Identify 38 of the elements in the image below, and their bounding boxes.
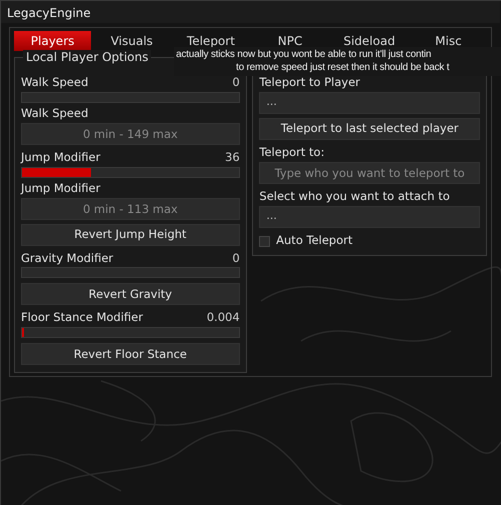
dropdown[interactable]: ... bbox=[259, 206, 480, 228]
input-field[interactable]: 0 min - 113 max bbox=[21, 198, 240, 220]
tab[interactable]: Visuals bbox=[93, 31, 170, 51]
slider-track[interactable] bbox=[21, 92, 240, 103]
field-label: Walk Speed bbox=[21, 106, 90, 121]
tab[interactable]: Misc bbox=[410, 31, 488, 51]
tooltip-text: actually sticks now but you wont be able to run it'll just contin bbox=[176, 48, 432, 61]
tab[interactable]: Players bbox=[14, 31, 92, 51]
tab[interactable]: Teleport bbox=[172, 31, 250, 51]
dropdown[interactable]: ... bbox=[259, 92, 480, 114]
checkbox[interactable] bbox=[259, 236, 270, 247]
slider-track[interactable] bbox=[21, 267, 240, 278]
tab[interactable]: Sideload bbox=[330, 31, 408, 51]
action-button[interactable]: Revert Jump Height bbox=[21, 224, 240, 246]
action-button[interactable]: Revert Floor Stance bbox=[21, 343, 240, 366]
input-field[interactable]: Type who you want to teleport to bbox=[259, 162, 480, 184]
window-title: LegacyEngine bbox=[1, 1, 500, 23]
slider-value: 0 bbox=[232, 74, 240, 90]
slider-value: 36 bbox=[225, 150, 240, 165]
slider-label: Walk Speed bbox=[21, 74, 88, 90]
slider-label: Floor Stance Modifier bbox=[21, 310, 143, 326]
slider-value: 0.004 bbox=[206, 310, 240, 326]
tooltip-text: to remove speed just reset then it should be back t bbox=[235, 61, 450, 74]
slider-track[interactable] bbox=[21, 327, 240, 338]
tab[interactable]: NPC bbox=[252, 31, 329, 51]
field-label: Teleport to Player bbox=[259, 74, 362, 90]
group-title: Local Player Options bbox=[23, 50, 152, 64]
slider-value: 0 bbox=[232, 250, 240, 266]
checkbox-label: Auto Teleport bbox=[276, 232, 353, 250]
slider-label: Jump Modifier bbox=[21, 150, 100, 165]
slider-label: Gravity Modifier bbox=[21, 250, 114, 266]
action-button[interactable]: Teleport to last selected player bbox=[259, 118, 480, 140]
field-label: Select who you want to attach to bbox=[259, 188, 451, 204]
field-label: Jump Modifier bbox=[21, 180, 102, 196]
slider-track[interactable] bbox=[21, 166, 240, 178]
input-field[interactable]: 0 min - 149 max bbox=[21, 122, 240, 145]
action-button[interactable]: Revert Gravity bbox=[21, 283, 240, 306]
field-label: Teleport to: bbox=[259, 144, 326, 160]
